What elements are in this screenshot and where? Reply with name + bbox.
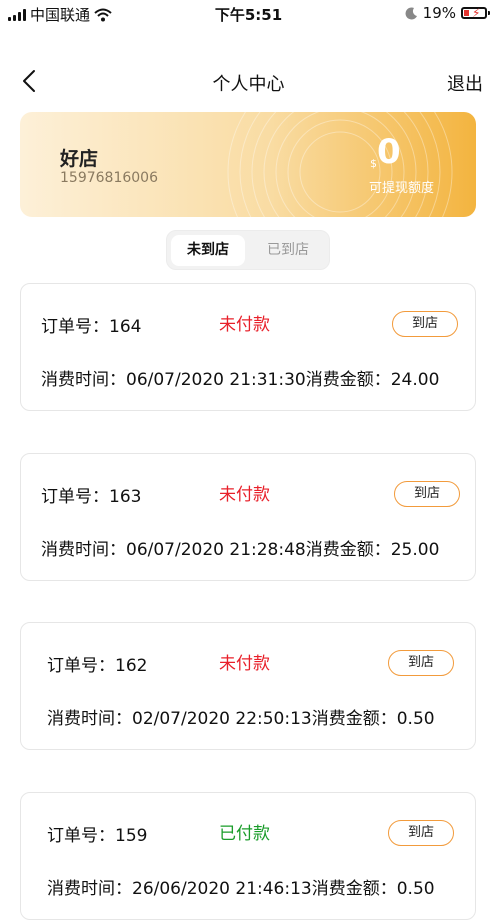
amount-label: 可提现额度 xyxy=(369,181,435,196)
shop-phone: 15976816006 xyxy=(60,170,158,186)
moon-icon xyxy=(405,6,417,19)
account-card: 好店 15976816006 $0 可提现额度 xyxy=(20,112,476,217)
order-number: 订单号：164 xyxy=(41,317,142,337)
status-bar: 中国联通 下午5:51 19% ⚡ xyxy=(0,0,497,30)
tab-not-arrived[interactable]: 未到店 xyxy=(171,235,245,266)
currency-symbol: $ xyxy=(370,157,377,170)
order-detail: 消费时间：06/07/2020 21:28:48消费金额：25.00 xyxy=(41,540,440,560)
battery-percent: 19% xyxy=(422,4,456,22)
order-card: 订单号：159 已付款 到店 消费时间：26/06/2020 21:46:13消… xyxy=(20,792,476,920)
amount-value: 0 xyxy=(377,132,401,172)
order-number: 订单号：162 xyxy=(47,656,148,676)
order-card: 订单号：164 未付款 到店 消费时间：06/07/2020 21:31:30消… xyxy=(20,283,476,411)
order-detail: 消费时间：06/07/2020 21:31:30消费金额：24.00 xyxy=(41,370,440,390)
order-tabs: 未到店 已到店 xyxy=(166,230,330,270)
status-right: 19% ⚡ xyxy=(405,4,490,22)
decorative-rings xyxy=(227,112,453,217)
logout-button[interactable]: 退出 xyxy=(447,70,483,96)
payment-status: 未付款 xyxy=(219,315,270,335)
withdrawable-amount: $0 xyxy=(370,134,401,170)
order-number: 订单号：159 xyxy=(47,826,148,846)
arrive-button[interactable]: 到店 xyxy=(392,311,458,337)
order-number: 订单号：163 xyxy=(41,487,142,507)
order-card: 订单号：163 未付款 到店 消费时间：06/07/2020 21:28:48消… xyxy=(20,453,476,581)
nav-bar: 个人中心 退出 xyxy=(0,58,497,104)
arrive-button[interactable]: 到店 xyxy=(388,650,454,676)
payment-status: 已付款 xyxy=(219,824,270,844)
payment-status: 未付款 xyxy=(219,485,270,505)
payment-status: 未付款 xyxy=(219,654,270,674)
page-title: 个人中心 xyxy=(212,74,285,95)
arrive-button[interactable]: 到店 xyxy=(388,820,454,846)
battery-icon: ⚡ xyxy=(461,6,490,20)
arrive-button[interactable]: 到店 xyxy=(394,481,460,507)
order-detail: 消费时间：26/06/2020 21:46:13消费金额：0.50 xyxy=(47,879,435,899)
shop-name: 好店 xyxy=(60,148,99,170)
order-detail: 消费时间：02/07/2020 22:50:13消费金额：0.50 xyxy=(47,709,435,729)
order-card: 订单号：162 未付款 到店 消费时间：02/07/2020 22:50:13消… xyxy=(20,622,476,750)
tab-arrived[interactable]: 已到店 xyxy=(251,235,325,266)
